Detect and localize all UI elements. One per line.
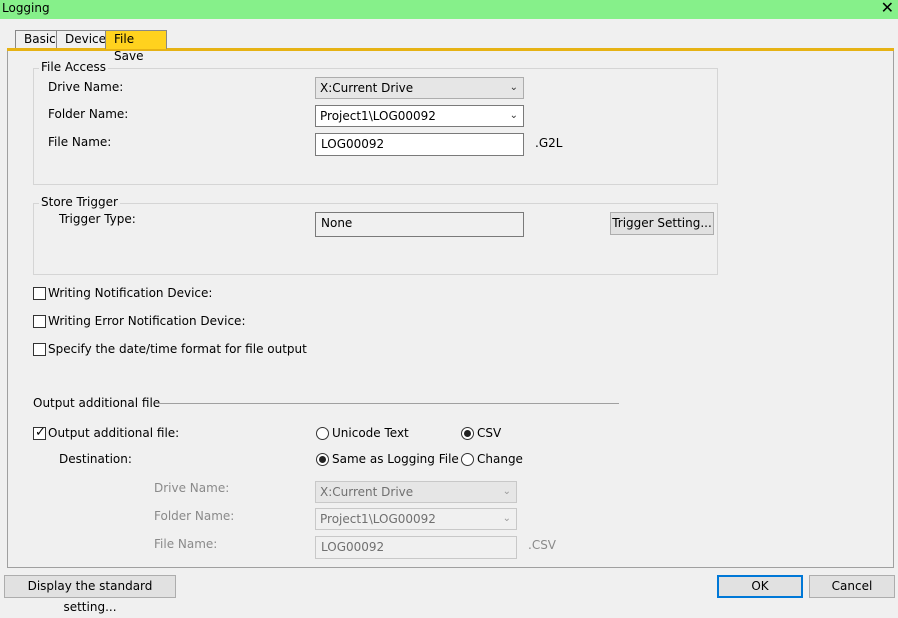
- destination-label: Destination:: [59, 452, 132, 466]
- folder-name-value: Project1\LOG00092: [320, 109, 436, 123]
- trigger-type-label: Trigger Type:: [59, 212, 136, 226]
- file-access-title: File Access: [39, 60, 108, 74]
- display-standard-setting-button[interactable]: Display the standard setting...: [4, 575, 176, 614]
- writing-error-checkbox[interactable]: [33, 315, 46, 328]
- close-icon[interactable]: ✕: [881, 0, 894, 17]
- folder-name-select[interactable]: Project1\LOG00092 ⌄: [315, 105, 524, 127]
- chevron-down-icon: ⌄: [502, 486, 511, 497]
- change-radio[interactable]: [461, 453, 474, 466]
- change-label: Change: [477, 452, 523, 466]
- add-drive-name-label: Drive Name:: [154, 481, 230, 495]
- trigger-type-field: None: [315, 212, 524, 237]
- add-file-ext-label: .CSV: [528, 538, 557, 552]
- trigger-setting-label: Trigger Setting...: [612, 216, 712, 230]
- same-as-logging-radio[interactable]: [316, 453, 329, 466]
- add-folder-name-select[interactable]: Project1\LOG00092 ⌄: [315, 508, 517, 530]
- add-file-name-input[interactable]: LOG00092: [315, 536, 517, 559]
- folder-name-label: Folder Name:: [48, 107, 129, 121]
- display-standard-label: Display the standard setting...: [27, 579, 153, 614]
- date-format-label: Specify the date/time format for file ou…: [48, 342, 307, 356]
- ok-button[interactable]: OK: [717, 575, 803, 598]
- tab-device[interactable]: Device: [56, 30, 106, 49]
- chevron-down-icon: ⌄: [509, 82, 518, 93]
- file-name-label: File Name:: [48, 135, 112, 149]
- store-trigger-title: Store Trigger: [39, 195, 120, 209]
- add-folder-name-value: Project1\LOG00092: [320, 512, 436, 526]
- radio-selected-dot: [319, 456, 326, 463]
- checkmark-icon: ✓: [35, 425, 46, 440]
- writing-notification-checkbox[interactable]: [33, 287, 46, 300]
- window-title: Logging: [2, 1, 50, 15]
- file-ext-label: .G2L: [535, 136, 563, 150]
- unicode-text-radio[interactable]: [316, 427, 329, 440]
- csv-label: CSV: [477, 426, 502, 440]
- trigger-setting-button[interactable]: Trigger Setting...: [610, 212, 714, 235]
- drive-name-value: X:Current Drive: [320, 81, 414, 95]
- tab-basic[interactable]: Basic: [15, 30, 57, 49]
- radio-selected-dot: [464, 430, 471, 437]
- writing-error-label: Writing Error Notification Device:: [48, 314, 246, 328]
- section-divider: [155, 403, 619, 404]
- trigger-type-value: None: [321, 216, 353, 230]
- cancel-label: Cancel: [831, 579, 873, 593]
- add-file-name-value: LOG00092: [321, 540, 385, 554]
- drive-name-label: Drive Name:: [48, 80, 124, 94]
- add-file-name-label: File Name:: [154, 537, 218, 551]
- chevron-down-icon: ⌄: [502, 513, 511, 524]
- output-additional-checkbox[interactable]: ✓: [33, 425, 46, 440]
- same-as-logging-label: Same as Logging File: [332, 452, 459, 466]
- file-name-value: LOG00092: [321, 137, 385, 151]
- tab-label: File Save: [114, 32, 144, 63]
- cancel-button[interactable]: Cancel: [809, 575, 895, 598]
- add-drive-name-value: X:Current Drive: [320, 485, 414, 499]
- output-additional-label: Output additional file:: [48, 426, 180, 440]
- additional-section-title: Output additional file: [33, 396, 161, 410]
- tab-label: Device: [65, 32, 107, 46]
- add-drive-name-select[interactable]: X:Current Drive ⌄: [315, 481, 517, 503]
- tab-label: Basic: [24, 32, 56, 46]
- date-format-checkbox[interactable]: [33, 343, 46, 356]
- tab-file-save[interactable]: File Save: [105, 30, 167, 63]
- file-name-input[interactable]: LOG00092: [315, 133, 524, 156]
- chevron-down-icon: ⌄: [509, 110, 518, 121]
- title-bar: Logging ✕: [0, 0, 898, 19]
- ok-label: OK: [751, 579, 769, 593]
- unicode-text-label: Unicode Text: [332, 426, 409, 440]
- csv-radio[interactable]: [461, 427, 474, 440]
- writing-notification-label: Writing Notification Device:: [48, 286, 213, 300]
- add-folder-name-label: Folder Name:: [154, 509, 235, 523]
- drive-name-select[interactable]: X:Current Drive ⌄: [315, 77, 524, 99]
